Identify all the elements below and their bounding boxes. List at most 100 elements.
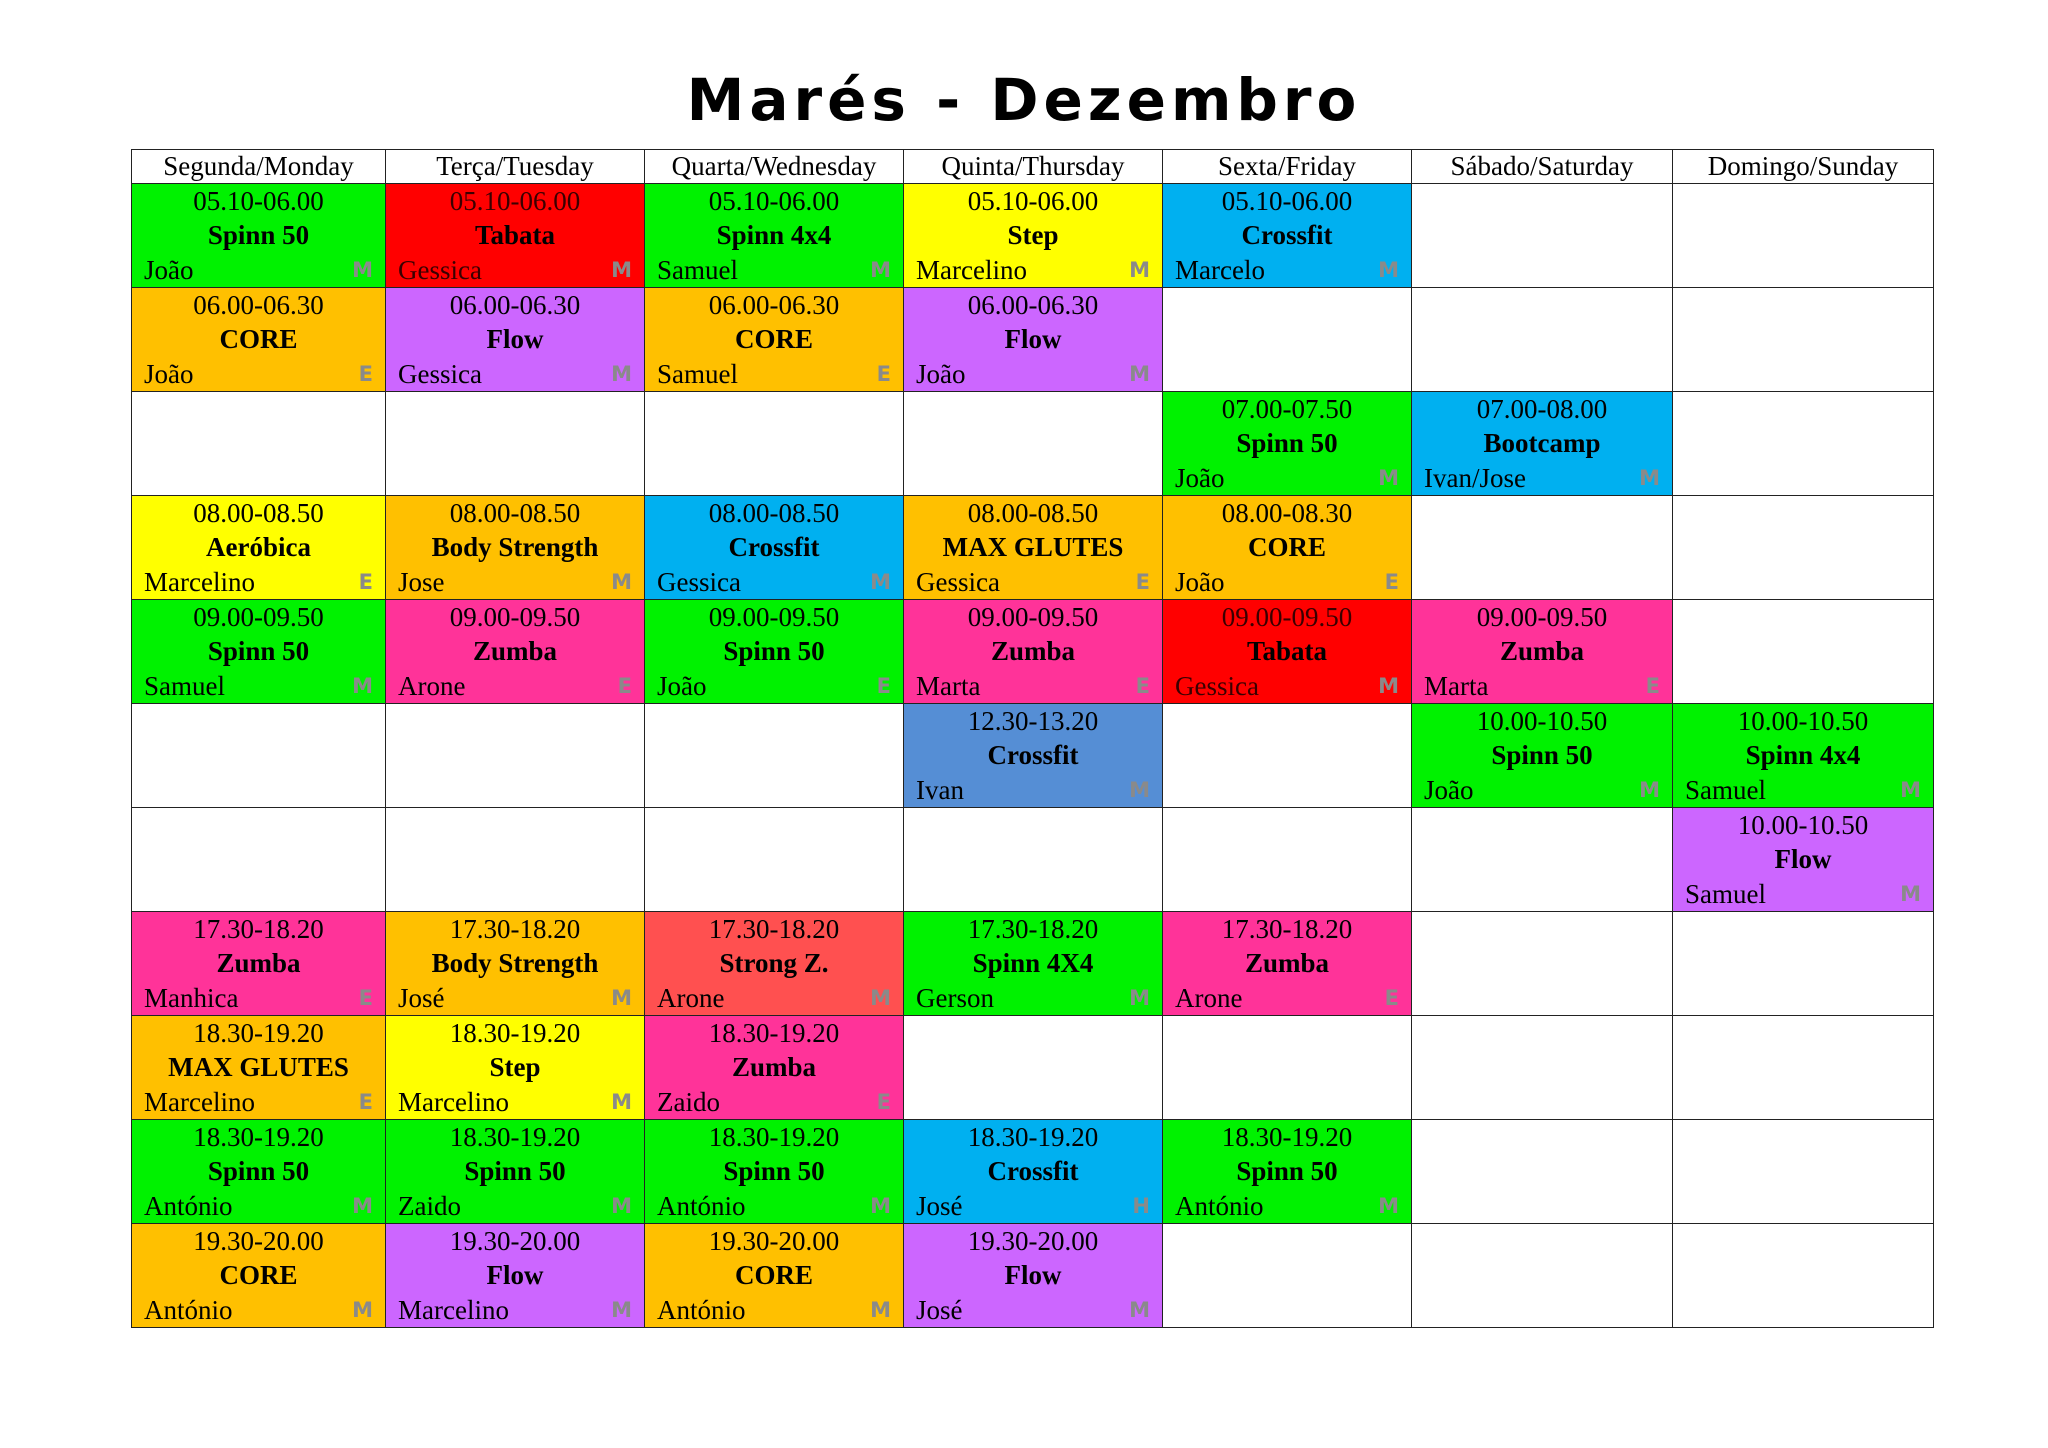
class-slot: 18.30-19.20 Zumba Zaido E [644,1015,904,1120]
class-slot: 17.30-18.20 Zumba Manhica E [131,911,386,1016]
class-name: Spinn 4x4 [716,220,832,250]
class-time: 09.00-09.50 [708,602,840,632]
class-instructor: Marcelino [398,1295,509,1325]
class-name: MAX GLUTES [942,532,1124,562]
class-instructor: Marta [1424,671,1489,701]
class-instructor: Arone [1175,983,1243,1013]
class-slot-content: 19.30-20.00 Flow Marcelino M [386,1224,644,1327]
class-slot: 17.30-18.20 Spinn 4X4 Gerson M [903,911,1163,1016]
class-slot-content: 07.00-07.50 Spinn 50 João M [1163,392,1411,495]
class-name: Zumba [731,1052,817,1082]
class-time: 05.10-06.00 [708,186,840,216]
class-name: Crossfit [987,1156,1079,1186]
class-slot-content: 07.00-08.00 Bootcamp Ivan/Jose M [1412,392,1672,495]
class-name: CORE [734,324,813,354]
schedule-row: 07.00-07.50 Spinn 50 João M 07.00-08.00 Bootc… [131,391,1934,496]
class-instructor: Zaido [398,1191,461,1221]
empty-slot [1162,1223,1412,1328]
class-instructor: Samuel [657,359,738,389]
class-time: 19.30-20.00 [449,1226,581,1256]
class-instructor: António [144,1295,233,1325]
class-slot: 05.10-06.00 Tabata Gessica M [385,183,645,288]
class-time: 09.00-09.50 [1476,602,1608,632]
empty-slot [1672,1119,1934,1224]
empty-slot [903,1015,1163,1120]
class-name: Crossfit [728,532,820,562]
empty-slot [644,391,904,496]
class-level: M [611,362,632,386]
class-slot-content: 09.00-09.50 Tabata Gessica M [1163,600,1411,703]
class-instructor: Marcelino [144,1087,255,1117]
class-level: M [611,1194,632,1218]
empty-slot [1411,1119,1673,1224]
class-slot-content: 05.10-06.00 Step Marcelino M [904,184,1162,287]
empty-slot [385,807,645,912]
class-name: Spinn 50 [207,1156,310,1186]
class-instructor: Arone [398,671,466,701]
day-header-friday: Sexta/Friday [1162,149,1412,184]
class-name: Spinn 50 [723,1156,825,1186]
class-level: M [1900,778,1921,802]
class-time: 07.00-07.50 [1221,394,1353,424]
class-time: 18.30-19.20 [449,1122,581,1152]
class-name: Zumba [472,636,558,666]
schedule-table: Segunda/Monday Terça/Tuesday Quarta/Wedn… [131,149,1934,1328]
class-time: 08.00-08.50 [708,498,840,528]
class-name: Spinn 50 [723,636,825,666]
class-instructor: Samuel [1685,879,1766,909]
class-slot: 19.30-20.00 CORE António M [131,1223,386,1328]
schedule-row: 17.30-18.20 Zumba Manhica E 17.30-18.20 Body … [131,911,1934,1016]
class-name: Spinn 50 [207,636,310,666]
class-level: M [352,1194,373,1218]
class-name: CORE [734,1260,813,1290]
class-level: E [358,362,373,386]
class-slot-content: 08.00-08.50 Body Strength Jose M [386,496,644,599]
class-time: 10.00-10.50 [1737,810,1869,840]
class-instructor: Marcelo [1175,255,1265,285]
class-slot-content: 18.30-19.20 Spinn 50 António M [645,1120,903,1223]
class-slot-content: 05.10-06.00 Spinn 4x4 Samuel M [645,184,903,287]
class-instructor: Arone [657,983,725,1013]
class-instructor: Gessica [916,567,1000,597]
class-name: Spinn 50 [1491,740,1593,770]
class-level: M [352,674,373,698]
class-time: 18.30-19.20 [193,1122,324,1152]
class-slot-content: 09.00-09.50 Spinn 50 João E [645,600,903,703]
class-level: M [1639,778,1660,802]
class-instructor: Ivan/Jose [1424,463,1526,493]
empty-slot [1672,495,1934,600]
class-level: E [358,570,373,594]
class-instructor: Marta [916,671,981,701]
class-slot-content: 17.30-18.20 Body Strength José M [386,912,644,1015]
class-slot-content: 05.10-06.00 Tabata Gessica M [386,184,644,287]
class-level: M [870,258,891,282]
class-slot-content: 09.00-09.50 Spinn 50 Samuel M [132,600,385,703]
class-name: Body Strength [431,948,599,978]
class-level: M [870,1298,891,1322]
class-name: CORE [219,324,298,354]
class-slot: 18.30-19.20 Spinn 50 António M [131,1119,386,1224]
class-name: Zumba [990,636,1076,666]
class-level: M [1378,258,1399,282]
class-slot-content: 18.30-19.20 Crossfit José H [904,1120,1162,1223]
class-slot-content: 17.30-18.20 Zumba Manhica E [132,912,385,1015]
schedule-row: 18.30-19.20 Spinn 50 António M 18.30-19.20 Sp… [131,1119,1934,1224]
class-time: 18.30-19.20 [708,1018,840,1048]
empty-slot [1411,1015,1673,1120]
class-instructor: Zaido [657,1087,720,1117]
day-header-wednesday: Quarta/Wednesday [644,149,904,184]
class-time: 06.00-06.30 [449,290,581,320]
class-slot-content: 06.00-06.30 Flow João M [904,288,1162,391]
class-slot-content: 17.30-18.20 Strong Z. Arone M [645,912,903,1015]
class-name: Zumba [1244,948,1330,978]
class-slot-content: 09.00-09.50 Zumba Arone E [386,600,644,703]
class-time: 18.30-19.20 [967,1122,1099,1152]
class-slot: 10.00-10.50 Spinn 50 João M [1411,703,1673,808]
class-time: 06.00-06.30 [193,290,324,320]
schedule-row: 19.30-20.00 CORE António M 19.30-20.00 Flow Ma… [131,1223,1934,1328]
empty-slot [644,703,904,808]
class-slot: 09.00-09.50 Zumba Marta E [1411,599,1673,704]
schedule-row: 06.00-06.30 CORE João E 06.00-06.30 Flow Gessi… [131,287,1934,392]
class-level: M [1639,466,1660,490]
class-instructor: João [1175,567,1225,597]
